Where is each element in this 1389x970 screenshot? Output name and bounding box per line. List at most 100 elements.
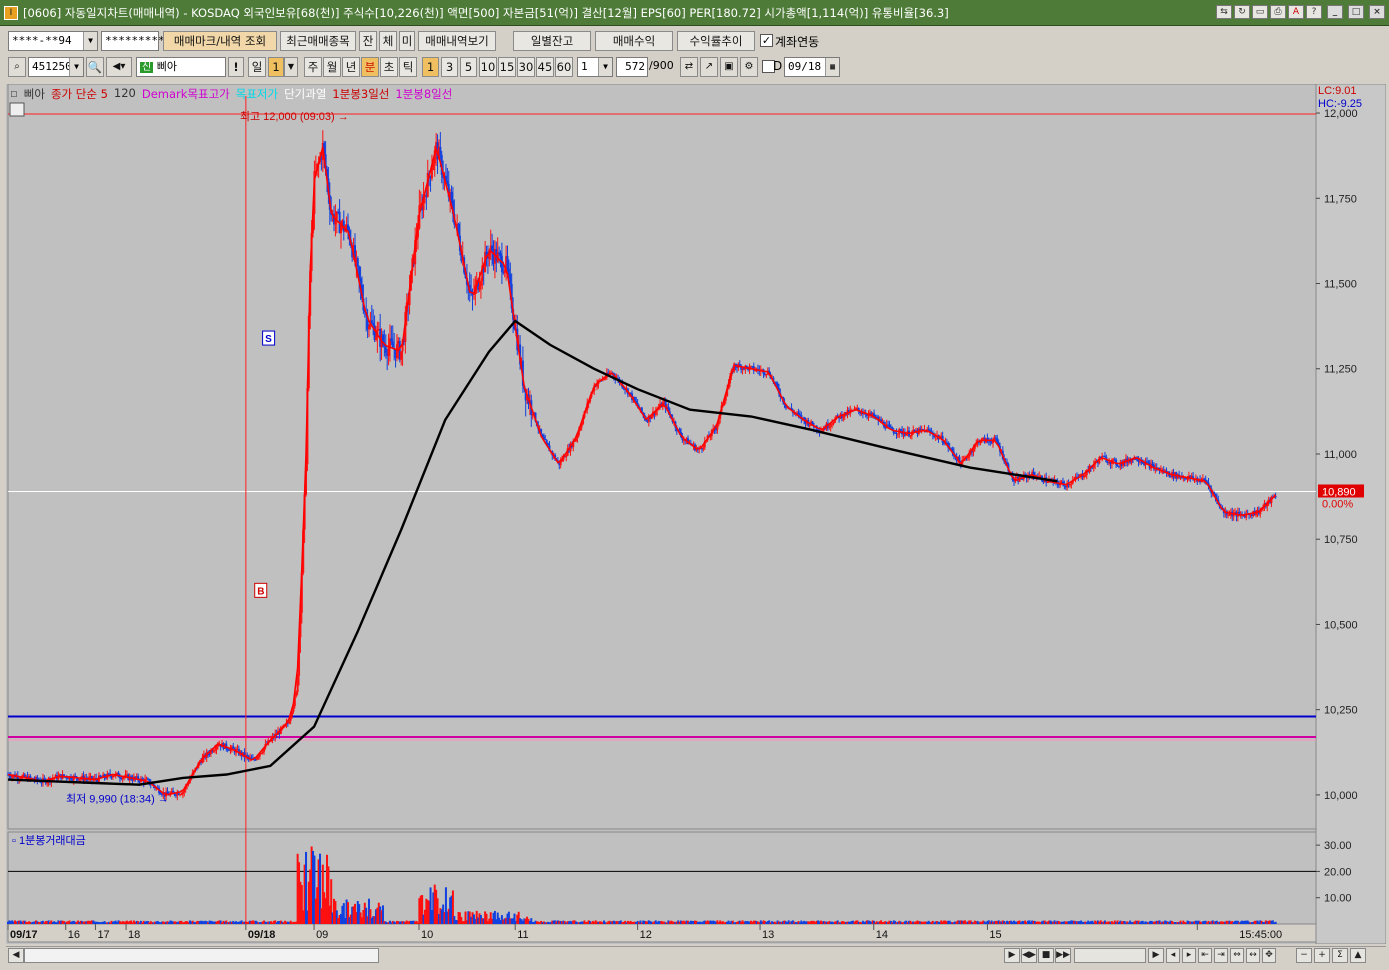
chart-panel[interactable]: 12,000 11,750 11,500 11,250 11,000 10,750 10,5… xyxy=(6,84,1386,944)
interval-10-button[interactable]: 10 xyxy=(479,57,497,77)
interval-45-button[interactable]: 45 xyxy=(536,57,554,77)
play-icon[interactable]: ▶ xyxy=(1004,948,1020,963)
trade-marks-button[interactable]: 매매마크/내역 조회 xyxy=(163,31,277,51)
sum-icon[interactable]: Σ xyxy=(1332,948,1348,963)
candle-body xyxy=(1084,474,1087,477)
chevron-down-icon[interactable]: ▼ xyxy=(83,32,97,50)
interval-30-button[interactable]: 30 xyxy=(517,57,535,77)
unexecuted-button[interactable]: 미 xyxy=(399,31,415,51)
candle-body xyxy=(1147,461,1150,463)
hc-label: HC:-9.25 xyxy=(1318,98,1362,110)
arrow-left-icon[interactable]: ◂ xyxy=(1166,948,1180,963)
settings-icon[interactable]: ⚙ xyxy=(740,57,758,77)
interval-5-button[interactable]: 5 xyxy=(460,57,477,77)
return-trend-button[interactable]: 수익률추이 xyxy=(677,31,755,51)
chevron-down-icon[interactable]: ▼ xyxy=(69,58,83,76)
candle-body xyxy=(430,170,433,179)
code-search-icon[interactable]: ⌕ xyxy=(8,57,26,77)
period-year-button[interactable]: 년 xyxy=(342,57,360,77)
link-icon[interactable]: ⇆ xyxy=(1216,5,1232,19)
title-buttons: ⇆ ↻ ▭ ⎙ A ? _ □ × xyxy=(1216,5,1385,19)
zoom-in-icon[interactable]: + xyxy=(1314,948,1330,963)
arrow-right-icon[interactable]: ▸ xyxy=(1182,948,1196,963)
account-link-checkbox[interactable]: ✓ xyxy=(760,34,773,47)
zoom-fit-icon[interactable]: ↔ xyxy=(1246,948,1260,963)
fit-icon[interactable]: ⇔ xyxy=(1230,948,1244,963)
line-tool-icon[interactable]: ↗ xyxy=(700,57,718,77)
candle-body xyxy=(996,438,999,443)
pan-icon[interactable]: ✥ xyxy=(1262,948,1276,963)
indicator-icon[interactable]: ⇄ xyxy=(680,57,698,77)
time-tick-label: 17 xyxy=(97,929,109,941)
interval-value: 1 xyxy=(581,60,588,73)
refresh-icon[interactable]: ↻ xyxy=(1234,5,1250,19)
volume-bar xyxy=(1274,921,1277,924)
search-icon[interactable]: 🔍 xyxy=(86,57,104,77)
period-day-button[interactable]: 일 xyxy=(248,57,266,77)
speed-track[interactable] xyxy=(1074,948,1146,963)
stop-icon[interactable]: ■ xyxy=(1038,948,1054,963)
interval-15-button[interactable]: 15 xyxy=(498,57,516,77)
period-week-button[interactable]: 주 xyxy=(304,57,322,77)
candle-body xyxy=(450,191,453,201)
step-icon[interactable]: ◀▶ xyxy=(1021,948,1037,963)
grid-toggle-icon xyxy=(9,102,25,117)
interval-1-button[interactable]: 1 xyxy=(422,57,439,77)
close-button[interactable]: × xyxy=(1369,5,1385,19)
interval-3-button[interactable]: 3 xyxy=(441,57,458,77)
account-select[interactable]: ****-**94 ▼ xyxy=(8,31,98,51)
stock-name-field[interactable]: 신 삐아 xyxy=(136,57,226,77)
period-minute-button[interactable]: 분 xyxy=(361,57,379,77)
expand-icon[interactable]: ⇥ xyxy=(1214,948,1228,963)
print-icon[interactable]: ⎙ xyxy=(1270,5,1286,19)
executed-button[interactable]: 체 xyxy=(379,31,397,51)
minimize-button[interactable]: _ xyxy=(1327,5,1343,19)
chart-scrollbar[interactable]: ◀ ▶ ◀▶ ■ ▶▶ ▶ ◂ ▸ ⇤ ⇥ ⇔ ↔ ✥ − + Σ ▲ xyxy=(6,946,1386,964)
zoom-out-icon[interactable]: − xyxy=(1296,948,1312,963)
date-value: 09/18 xyxy=(788,60,822,73)
legend-ma-value: 120 xyxy=(113,86,136,100)
fast-forward-icon[interactable]: ▶▶ xyxy=(1055,948,1071,963)
password-field[interactable]: ********* xyxy=(101,31,165,51)
balance-button[interactable]: 잔 xyxy=(359,31,377,51)
save-icon[interactable]: ▣ xyxy=(720,57,738,77)
period-month-button[interactable]: 월 xyxy=(323,57,341,77)
calendar-icon[interactable]: ▦ xyxy=(825,58,839,76)
speaker-icon[interactable]: ◀▾ xyxy=(106,57,132,77)
chevron-down-icon[interactable]: ▼ xyxy=(598,58,612,76)
recent-trades-button[interactable]: 최근매매종목 xyxy=(280,31,356,51)
interval-select[interactable]: 1 ▼ xyxy=(577,57,613,77)
buy-marker: B xyxy=(257,586,264,597)
price-axis-area xyxy=(1315,84,1386,944)
stock-code-select[interactable]: 451250 ▼ xyxy=(28,57,84,77)
scroll-left-icon[interactable]: ◀ xyxy=(8,948,24,963)
scroll-thumb[interactable] xyxy=(24,948,379,963)
chevron-down-icon[interactable]: ▼ xyxy=(284,57,298,77)
screen-icon[interactable]: ▭ xyxy=(1252,5,1268,19)
warning-button[interactable]: ! xyxy=(228,57,244,77)
candle-body xyxy=(260,752,263,754)
time-tick-label: 09 xyxy=(316,929,328,941)
daily-balance-button[interactable]: 일별잔고 xyxy=(513,31,591,51)
price-chart[interactable]: 12,00011,75011,50011,25011,00010,75010,5… xyxy=(6,84,1386,944)
font-icon[interactable]: A xyxy=(1288,5,1304,19)
period-second-button[interactable]: 초 xyxy=(380,57,398,77)
maximize-button[interactable]: □ xyxy=(1348,5,1364,19)
collapse-icon[interactable]: ⇤ xyxy=(1198,948,1212,963)
volume-plot-area xyxy=(7,831,1317,925)
day-count-input[interactable]: 1 xyxy=(268,57,284,77)
candle-body xyxy=(899,428,902,431)
interval-60-button[interactable]: 60 xyxy=(555,57,573,77)
up-icon[interactable]: ▲ xyxy=(1350,948,1366,963)
help-icon[interactable]: ? xyxy=(1306,5,1322,19)
scroll-right-icon[interactable]: ▶ xyxy=(1148,948,1164,963)
trade-profit-button[interactable]: 매매수익 xyxy=(595,31,673,51)
legend-stock-name: 삐아 xyxy=(23,87,45,101)
date-input[interactable]: 09/18 ▦ xyxy=(784,57,840,77)
price-tick-label: 11,250 xyxy=(1324,364,1357,376)
candle-body xyxy=(113,775,116,777)
candle-body xyxy=(927,429,930,431)
trade-history-button[interactable]: 매매내역보기 xyxy=(418,31,496,51)
count-input[interactable]: 572 xyxy=(616,57,648,77)
period-tick-button[interactable]: 틱 xyxy=(399,57,417,77)
